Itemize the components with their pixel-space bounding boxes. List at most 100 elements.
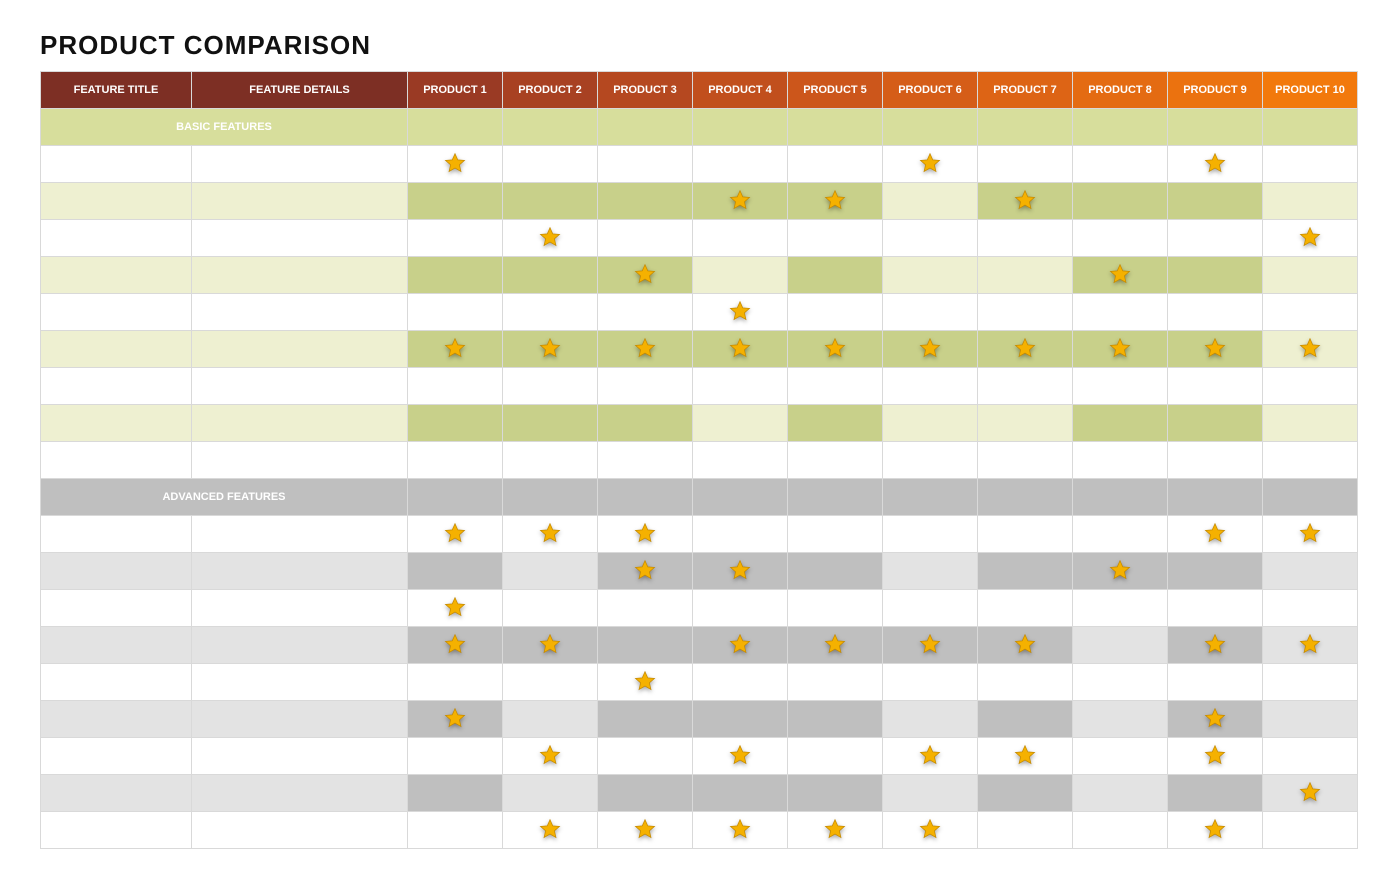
cell[interactable]	[1263, 257, 1358, 294]
cell[interactable]	[503, 701, 598, 738]
cell[interactable]	[978, 701, 1073, 738]
feature-details-cell[interactable]	[192, 738, 408, 775]
cell[interactable]	[1168, 146, 1263, 183]
cell[interactable]	[1168, 442, 1263, 479]
cell[interactable]	[788, 701, 883, 738]
cell[interactable]	[408, 442, 503, 479]
cell[interactable]	[408, 627, 503, 664]
cell[interactable]	[693, 590, 788, 627]
cell[interactable]	[1073, 775, 1168, 812]
feature-details-cell[interactable]	[192, 368, 408, 405]
feature-title-cell[interactable]	[41, 257, 192, 294]
cell[interactable]	[1263, 590, 1358, 627]
cell[interactable]	[693, 738, 788, 775]
cell[interactable]	[978, 775, 1073, 812]
feature-title-cell[interactable]	[41, 331, 192, 368]
cell[interactable]	[408, 331, 503, 368]
cell[interactable]	[1168, 738, 1263, 775]
cell[interactable]	[978, 405, 1073, 442]
cell[interactable]	[1168, 590, 1263, 627]
cell[interactable]	[788, 146, 883, 183]
cell[interactable]	[883, 405, 978, 442]
cell[interactable]	[598, 701, 693, 738]
cell[interactable]	[788, 627, 883, 664]
cell[interactable]	[408, 146, 503, 183]
cell[interactable]	[1073, 812, 1168, 849]
cell[interactable]	[1263, 553, 1358, 590]
cell[interactable]	[693, 553, 788, 590]
cell[interactable]	[883, 701, 978, 738]
cell[interactable]	[693, 183, 788, 220]
cell[interactable]	[503, 294, 598, 331]
cell[interactable]	[598, 590, 693, 627]
cell[interactable]	[1263, 368, 1358, 405]
cell[interactable]	[598, 368, 693, 405]
cell[interactable]	[598, 738, 693, 775]
cell[interactable]	[1073, 516, 1168, 553]
feature-details-cell[interactable]	[192, 442, 408, 479]
cell[interactable]	[693, 516, 788, 553]
feature-details-cell[interactable]	[192, 553, 408, 590]
feature-details-cell[interactable]	[192, 812, 408, 849]
cell[interactable]	[1263, 442, 1358, 479]
cell[interactable]	[503, 664, 598, 701]
cell[interactable]	[883, 183, 978, 220]
feature-title-cell[interactable]	[41, 701, 192, 738]
cell[interactable]	[598, 257, 693, 294]
cell[interactable]	[693, 257, 788, 294]
cell[interactable]	[598, 775, 693, 812]
cell[interactable]	[408, 220, 503, 257]
cell[interactable]	[978, 442, 1073, 479]
cell[interactable]	[788, 257, 883, 294]
cell[interactable]	[1263, 812, 1358, 849]
cell[interactable]	[978, 738, 1073, 775]
cell[interactable]	[598, 627, 693, 664]
cell[interactable]	[883, 590, 978, 627]
cell[interactable]	[1073, 146, 1168, 183]
cell[interactable]	[1263, 146, 1358, 183]
cell[interactable]	[1168, 405, 1263, 442]
cell[interactable]	[788, 553, 883, 590]
cell[interactable]	[788, 738, 883, 775]
cell[interactable]	[693, 442, 788, 479]
cell[interactable]	[788, 368, 883, 405]
cell[interactable]	[1263, 701, 1358, 738]
cell[interactable]	[1168, 368, 1263, 405]
cell[interactable]	[1073, 738, 1168, 775]
cell[interactable]	[598, 294, 693, 331]
cell[interactable]	[503, 368, 598, 405]
cell[interactable]	[1263, 627, 1358, 664]
feature-title-cell[interactable]	[41, 442, 192, 479]
cell[interactable]	[503, 627, 598, 664]
cell[interactable]	[408, 590, 503, 627]
feature-details-cell[interactable]	[192, 331, 408, 368]
feature-details-cell[interactable]	[192, 183, 408, 220]
feature-title-cell[interactable]	[41, 294, 192, 331]
cell[interactable]	[408, 405, 503, 442]
cell[interactable]	[883, 775, 978, 812]
cell[interactable]	[788, 516, 883, 553]
cell[interactable]	[788, 220, 883, 257]
cell[interactable]	[1168, 553, 1263, 590]
cell[interactable]	[883, 664, 978, 701]
cell[interactable]	[408, 368, 503, 405]
cell[interactable]	[883, 294, 978, 331]
cell[interactable]	[598, 331, 693, 368]
cell[interactable]	[503, 220, 598, 257]
feature-details-cell[interactable]	[192, 294, 408, 331]
cell[interactable]	[978, 664, 1073, 701]
cell[interactable]	[978, 368, 1073, 405]
cell[interactable]	[788, 775, 883, 812]
cell[interactable]	[788, 331, 883, 368]
cell[interactable]	[1263, 294, 1358, 331]
cell[interactable]	[1263, 331, 1358, 368]
cell[interactable]	[978, 812, 1073, 849]
cell[interactable]	[693, 368, 788, 405]
cell[interactable]	[1168, 664, 1263, 701]
cell[interactable]	[408, 516, 503, 553]
cell[interactable]	[788, 183, 883, 220]
feature-details-cell[interactable]	[192, 627, 408, 664]
cell[interactable]	[408, 664, 503, 701]
feature-title-cell[interactable]	[41, 183, 192, 220]
cell[interactable]	[883, 553, 978, 590]
